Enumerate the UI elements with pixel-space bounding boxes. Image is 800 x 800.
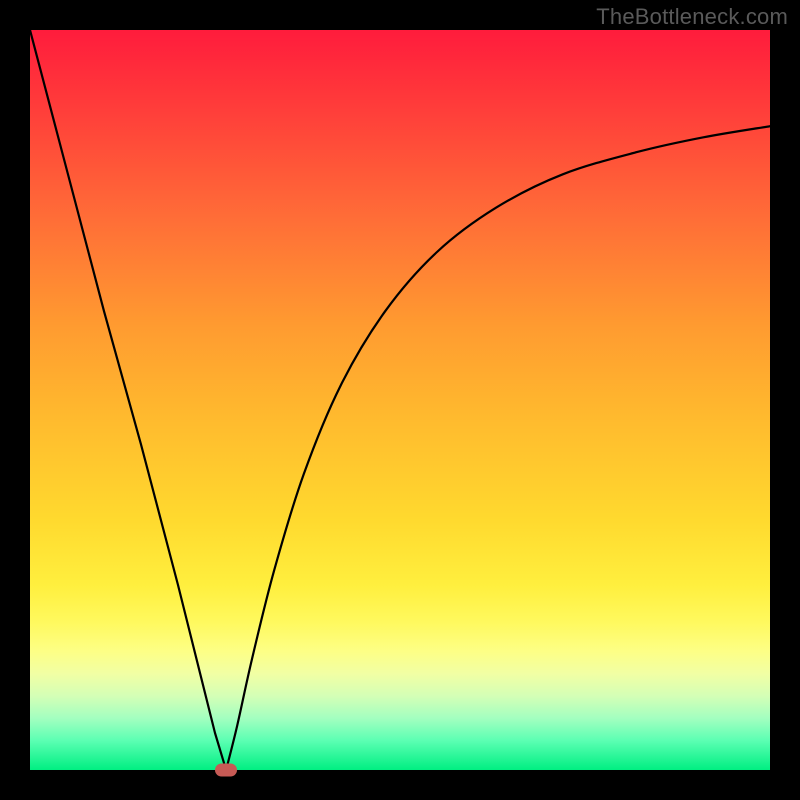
watermark-text: TheBottleneck.com [596, 4, 788, 30]
min-point-marker [215, 764, 237, 777]
curve-path [30, 30, 770, 770]
plot-area [30, 30, 770, 770]
bottleneck-curve [30, 30, 770, 770]
chart-frame: TheBottleneck.com [0, 0, 800, 800]
